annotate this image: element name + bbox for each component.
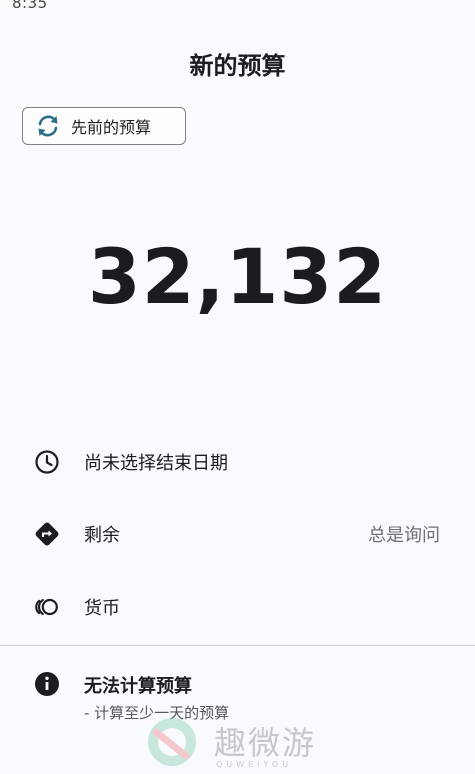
info-icon [33, 670, 61, 702]
watermark-logo-icon [148, 718, 196, 766]
info-title: 无法计算预算 [84, 676, 192, 697]
screen: 8:35 新的预算 先前的预算 32,132 尚未选择结束日期 剩余 总是询问 … [0, 0, 475, 774]
previous-budget-label: 先前的预算 [71, 118, 152, 137]
previous-budget-button[interactable]: 先前的预算 [22, 107, 186, 145]
currency-label: 货币 [84, 598, 120, 619]
remaining-label: 剩余 [84, 525, 120, 546]
currency-icon [33, 593, 61, 621]
page-title: 新的预算 [189, 52, 286, 80]
budget-amount[interactable]: 32,132 [0, 232, 475, 321]
direction-icon [33, 520, 61, 548]
watermark-sub: QUWEIYOU [216, 760, 293, 769]
end-date-label: 尚未选择结束日期 [84, 453, 228, 474]
end-date-row[interactable]: 尚未选择结束日期 [0, 436, 475, 488]
clock-icon [33, 448, 61, 476]
currency-row[interactable]: 货币 [0, 581, 475, 633]
refresh-icon [35, 113, 61, 139]
watermark-brand: 趣微游 [214, 724, 317, 762]
divider [0, 645, 475, 646]
status-time: 8:35 [12, 0, 48, 12]
remaining-row[interactable]: 剩余 总是询问 [0, 508, 475, 560]
remaining-value: 总是询问 [368, 525, 440, 546]
watermark: 趣微游 QUWEIYOU [142, 712, 352, 774]
